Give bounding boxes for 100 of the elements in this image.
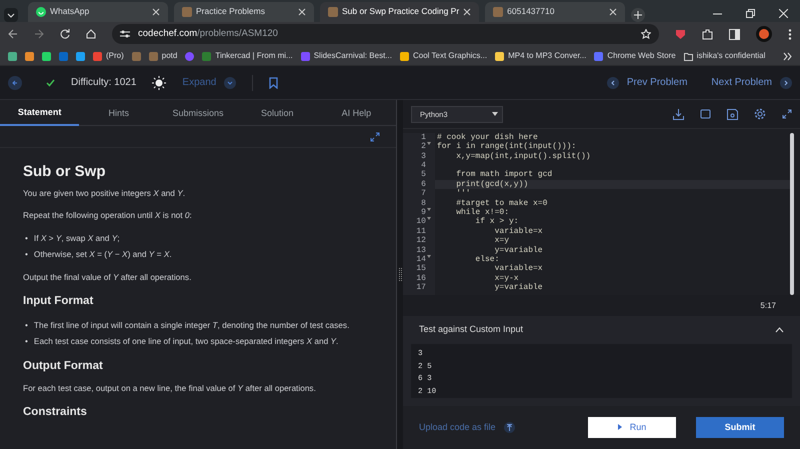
browser-tab[interactable]: 6051437710: [485, 2, 626, 22]
sun-icon[interactable]: [152, 76, 166, 90]
code-editor[interactable]: [402, 128, 800, 295]
chevron-left-icon: [606, 76, 619, 89]
bookmark-icon: [300, 52, 310, 61]
code-line: variable=x: [494, 226, 543, 236]
line-number: 6: [421, 180, 426, 190]
line-number: 13: [416, 246, 426, 255]
custom-input-header[interactable]: Test against Custom Input: [402, 316, 800, 344]
browser-tab[interactable]: Sub or Swp Practice Coding Pr: [320, 2, 480, 22]
site-icon: [182, 6, 192, 17]
code-line: if x > y:: [474, 217, 519, 226]
code-line: print(gcd(x,y)): [455, 180, 528, 189]
more-icon[interactable]: [783, 52, 792, 61]
code-line: x=y: [494, 236, 509, 246]
code-line: x=y-x: [494, 274, 519, 283]
new-tab-icon[interactable]: [631, 8, 646, 22]
bookmark-link[interactable]: potd: [148, 50, 178, 62]
close-icon[interactable]: [298, 8, 306, 16]
problem-tab[interactable]: AI Help: [316, 100, 396, 126]
reload-icon[interactable]: [60, 29, 70, 40]
home-icon[interactable]: [86, 29, 96, 40]
line-number: 10: [416, 217, 426, 227]
caret-icon: [492, 112, 498, 116]
fold-icon[interactable]: [426, 254, 431, 258]
problem-tab[interactable]: Statement: [0, 100, 80, 126]
fullscreen-icon[interactable]: [370, 132, 380, 142]
bookmark-icon: [495, 52, 504, 61]
next-problem-button[interactable]: Next Problem: [711, 75, 792, 90]
upload-icon: [504, 422, 515, 433]
tab-search-icon[interactable]: [4, 8, 18, 22]
browser-tab[interactable]: Practice Problems: [174, 2, 314, 22]
scrollbar[interactable]: [790, 132, 794, 295]
problem-tab[interactable]: Submissions: [158, 100, 238, 126]
close-icon[interactable]: [779, 8, 788, 18]
bookmark-link[interactable]: SlidesCarnival: Best...: [300, 50, 392, 62]
code-line: from math import gcd: [455, 170, 552, 180]
section-heading: Output Format: [23, 358, 104, 374]
difficulty-label: Difficulty: 1021: [71, 76, 136, 90]
forward-icon[interactable]: [34, 29, 44, 40]
fullscreen-icon[interactable]: [782, 109, 792, 120]
bullet: •: [25, 248, 28, 262]
back-icon[interactable]: [8, 29, 18, 40]
bookmark-link[interactable]: ishika's confidential: [684, 50, 766, 62]
line-number: 9: [421, 208, 426, 218]
line-number: 2: [421, 142, 426, 152]
bullet: •: [25, 334, 28, 348]
code-line: # cook your dish here: [436, 132, 538, 142]
list-item: The first line of input will contain a single integer T, denoting the number of test cases.: [34, 318, 350, 332]
site-settings-icon[interactable]: [120, 29, 130, 40]
fold-icon[interactable]: [426, 142, 431, 146]
save-icon[interactable]: [727, 108, 738, 120]
close-icon[interactable]: [609, 8, 618, 16]
problem-tab[interactable]: Solution: [238, 100, 317, 126]
back-icon[interactable]: [8, 76, 22, 90]
side-panel-icon[interactable]: [729, 28, 740, 40]
problem-title: Sub or Swp: [23, 162, 106, 182]
line-number: 4: [421, 161, 426, 170]
menu-icon[interactable]: [788, 28, 792, 40]
star-icon[interactable]: [641, 29, 651, 40]
restore-icon[interactable]: [746, 8, 755, 18]
bookmark-link[interactable]: MP4 to MP3 Conver...: [495, 50, 586, 62]
code-line: for i in range(int(input())):: [436, 142, 576, 152]
prev-problem-button[interactable]: Prev Problem: [606, 75, 688, 90]
line-number: 16: [416, 274, 426, 284]
line-number: 5: [421, 170, 426, 180]
code-line: variable=x: [494, 264, 543, 274]
bookmark-link[interactable]: Chrome Web Store: [594, 50, 676, 62]
settings-icon[interactable]: [754, 108, 766, 120]
line-number: 17: [416, 283, 426, 293]
folder-icon: [684, 52, 693, 61]
fold-icon[interactable]: [426, 217, 431, 220]
download-icon[interactable]: [673, 108, 684, 120]
line-number: 1: [421, 132, 426, 142]
code-line: y=variable: [494, 246, 543, 255]
avatar-icon[interactable]: [756, 26, 772, 42]
list-item: Otherwise, set X = (Y − X) and Y = X.: [34, 248, 172, 262]
close-icon[interactable]: [152, 8, 160, 16]
section-heading: Input Format: [23, 294, 94, 310]
close-icon[interactable]: [463, 8, 472, 16]
bookmark-link[interactable]: (Pro): [93, 50, 124, 62]
statement-text: You are given two positive integers X and Y.: [23, 188, 186, 199]
chevron-down-icon: [224, 76, 236, 89]
run-button[interactable]: Run: [588, 416, 676, 438]
bookmark-icon[interactable]: [269, 76, 278, 89]
line-number: 3: [421, 152, 426, 162]
code-line: else:: [474, 254, 500, 264]
bullet: •: [25, 318, 28, 332]
line-number: 14: [416, 254, 426, 264]
puzzle-icon[interactable]: [702, 28, 713, 40]
site-icon: [493, 6, 504, 17]
fold-icon[interactable]: [426, 208, 431, 212]
drag-handle-icon[interactable]: [398, 268, 402, 282]
code-line: #target to make x=0: [455, 198, 548, 208]
bookmark-link[interactable]: Cool Text Graphics...: [400, 50, 488, 62]
browser-tab[interactable]: WhatsApp: [28, 2, 168, 22]
submit-button[interactable]: Submit: [696, 416, 784, 438]
bookmark-link[interactable]: Tinkercad | From mi...: [202, 50, 293, 62]
problem-tab[interactable]: Hints: [79, 100, 158, 126]
shield-icon[interactable]: [675, 28, 686, 40]
